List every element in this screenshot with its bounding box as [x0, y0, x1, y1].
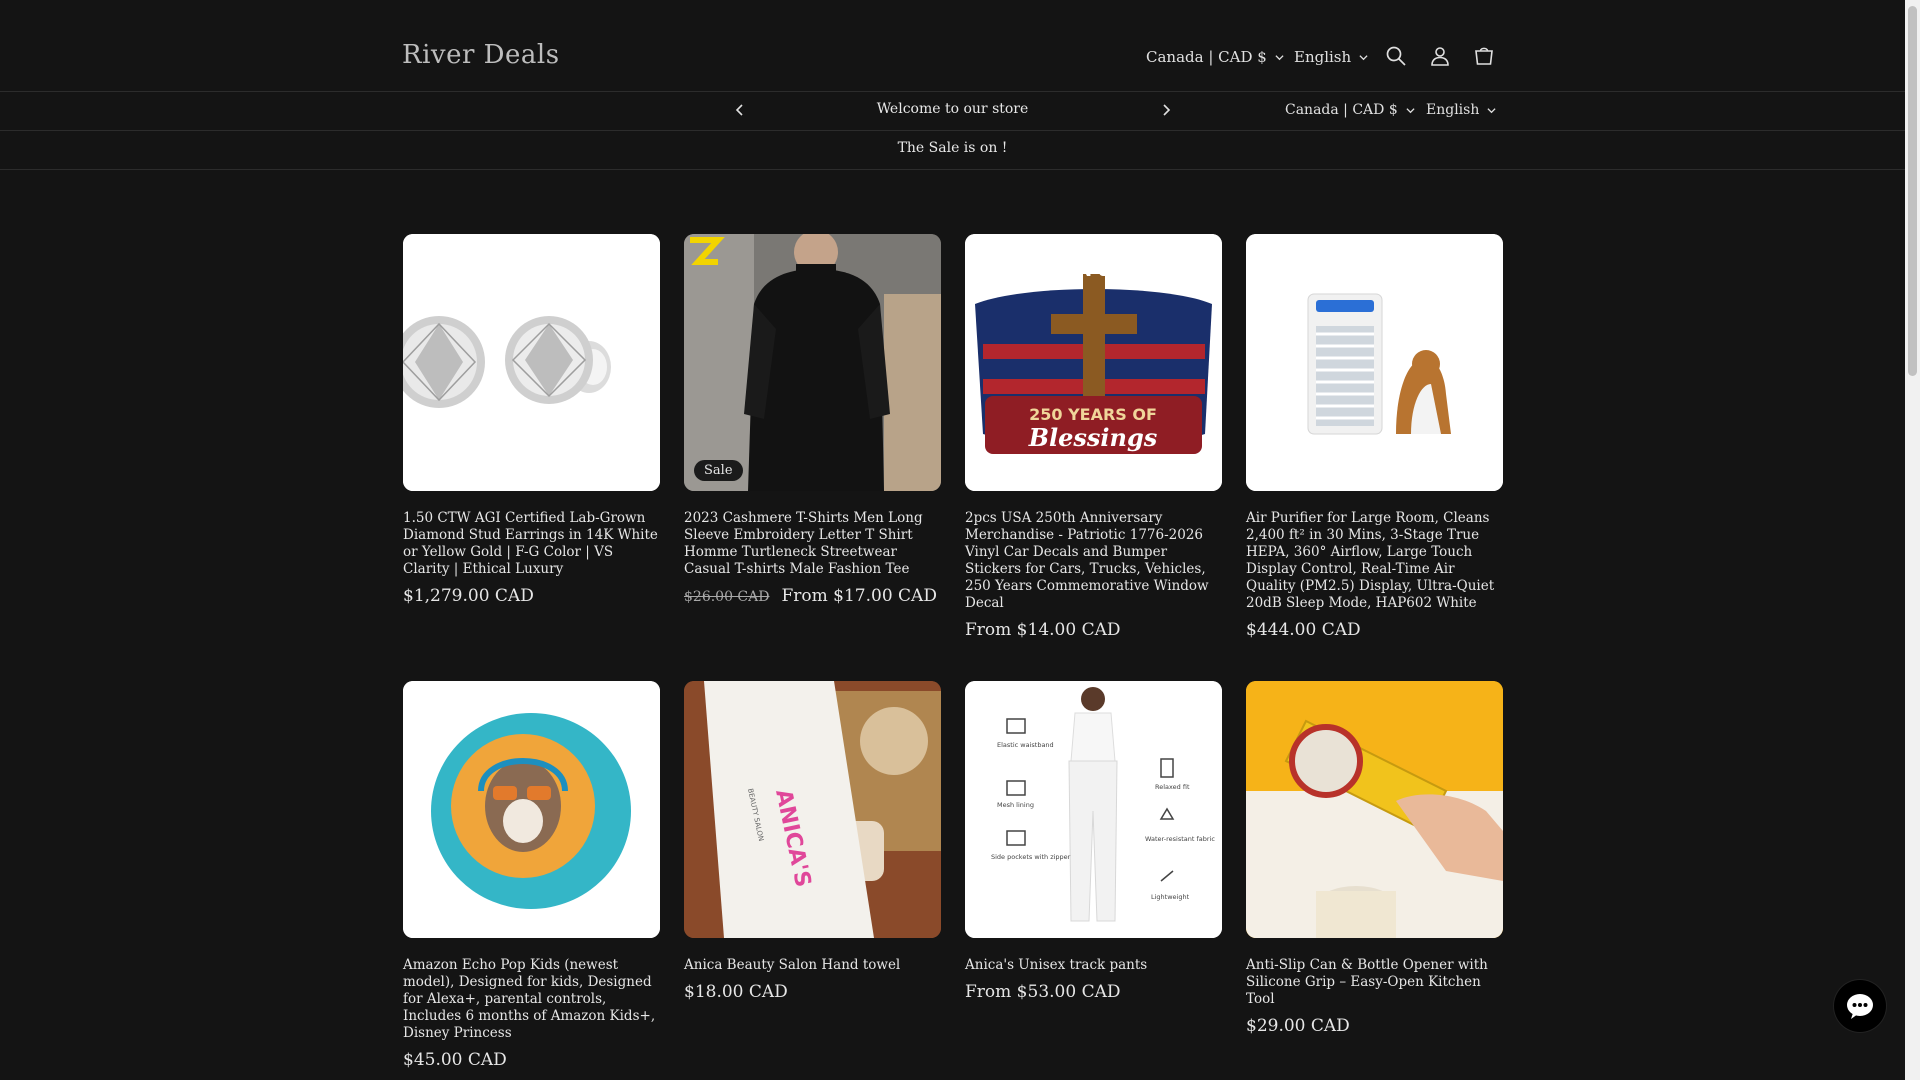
product-card[interactable]: Sale 2023 Cashmere T-Shirts Men Long Sle…	[684, 234, 941, 606]
product-card[interactable]: Elastic waistband Mesh lining Side pocke…	[965, 681, 1222, 1002]
sale-badge: Sale	[694, 460, 743, 481]
account-icon[interactable]	[1428, 44, 1452, 68]
store-logo[interactable]: River Deals	[402, 40, 560, 70]
product-price: $444.00 CAD	[1246, 620, 1361, 640]
site-header	[0, 0, 1905, 92]
product-title[interactable]: 1.50 CTW AGI Certified Lab-Grown Diamond…	[403, 510, 660, 578]
chevron-right-icon[interactable]	[1159, 103, 1173, 117]
product-price: $18.00 CAD	[684, 982, 788, 1002]
diamond-earrings-image	[403, 234, 660, 491]
product-card[interactable]: ANICA'S BEAUTY SALON Anica Beauty Salon …	[684, 681, 941, 1002]
product-price: From $53.00 CAD	[965, 982, 1121, 1002]
turtleneck-image	[684, 234, 941, 491]
product-image-decal[interactable]: ONE NATION UNDER GOD 250 YEARS OF Blessi…	[965, 234, 1222, 491]
country-selector[interactable]: Canada | CAD $	[1146, 48, 1284, 66]
announcement-country-label: Canada | CAD $	[1285, 102, 1398, 118]
svg-text:ONE NATION UNDER GOD: ONE NATION UNDER GOD	[980, 261, 1206, 280]
product-title[interactable]: 2pcs USA 250th Anniversary Merchandise -…	[965, 510, 1222, 612]
product-title[interactable]: Anica Beauty Salon Hand towel	[684, 957, 941, 974]
product-card[interactable]: Air Purifier for Large Room, Cleans 2,40…	[1246, 234, 1503, 640]
announcement-text: Welcome to our store	[876, 101, 1029, 117]
svg-text:Elastic waistband: Elastic waistband	[997, 741, 1054, 749]
bottle-opener-image	[1246, 681, 1503, 938]
product-image-turtleneck[interactable]: Sale	[684, 234, 941, 491]
svg-text:Lightweight: Lightweight	[1151, 893, 1190, 901]
product-price: From $14.00 CAD	[965, 620, 1121, 640]
scroll-thumb[interactable]	[1908, 6, 1917, 376]
product-image-echo-pop[interactable]	[403, 681, 660, 938]
towel-image: ANICA'S BEAUTY SALON	[684, 681, 941, 938]
svg-text:Water-resistant fabric: Water-resistant fabric	[1145, 835, 1215, 843]
product-card[interactable]: Anti-Slip Can & Bottle Opener with Silic…	[1246, 681, 1503, 1036]
chat-bubble-icon	[1847, 994, 1873, 1019]
svg-text:Blessings: Blessings	[1028, 423, 1158, 452]
language-selector[interactable]: English	[1294, 48, 1368, 66]
product-title[interactable]: Air Purifier for Large Room, Cleans 2,40…	[1246, 510, 1503, 612]
language-label: English	[1294, 48, 1352, 66]
country-label: Canada | CAD $	[1146, 48, 1267, 66]
product-title[interactable]: Amazon Echo Pop Kids (newest model), Des…	[403, 957, 660, 1042]
patriotic-decal-image: ONE NATION UNDER GOD 250 YEARS OF Blessi…	[965, 234, 1222, 491]
product-price: $45.00 CAD	[403, 1050, 507, 1070]
search-icon[interactable]	[1384, 44, 1408, 68]
page-scrollbar[interactable]	[1905, 0, 1920, 1080]
sale-text: The Sale is on !	[897, 140, 1008, 156]
announcement-language-selector[interactable]: English	[1426, 102, 1496, 118]
product-price: $26.00 CAD From $17.00 CAD	[684, 586, 937, 606]
svg-text:250 YEARS OF: 250 YEARS OF	[1029, 405, 1157, 424]
product-image-earrings[interactable]	[403, 234, 660, 491]
product-card[interactable]: ONE NATION UNDER GOD 250 YEARS OF Blessi…	[965, 234, 1222, 640]
product-image-air-purifier[interactable]	[1246, 234, 1503, 491]
product-card[interactable]: 1.50 CTW AGI Certified Lab-Grown Diamond…	[403, 234, 660, 606]
air-purifier-image	[1246, 234, 1503, 491]
track-pants-image: Elastic waistband Mesh lining Side pocke…	[965, 681, 1222, 938]
chevron-down-icon	[1275, 54, 1284, 60]
product-title[interactable]: Anica's Unisex track pants	[965, 957, 1222, 974]
svg-text:Mesh lining: Mesh lining	[997, 801, 1034, 809]
echo-pop-image	[403, 681, 660, 938]
chat-button[interactable]	[1834, 980, 1886, 1032]
product-image-towel[interactable]: ANICA'S BEAUTY SALON	[684, 681, 941, 938]
announcement-country-selector[interactable]: Canada | CAD $	[1285, 102, 1415, 118]
product-image-track-pants[interactable]: Elastic waistband Mesh lining Side pocke…	[965, 681, 1222, 938]
product-old-price: $26.00 CAD	[684, 589, 770, 605]
chevron-down-icon	[1406, 107, 1415, 113]
product-title[interactable]: Anti-Slip Can & Bottle Opener with Silic…	[1246, 957, 1503, 1008]
product-title[interactable]: 2023 Cashmere T-Shirts Men Long Sleeve E…	[684, 510, 941, 578]
announcement-language-label: English	[1426, 102, 1480, 118]
cart-icon[interactable]	[1472, 44, 1496, 68]
product-price: $1,279.00 CAD	[403, 586, 534, 606]
svg-text:Relaxed fit: Relaxed fit	[1155, 783, 1190, 791]
chevron-down-icon	[1359, 54, 1368, 60]
product-price: $29.00 CAD	[1246, 1016, 1350, 1036]
chevron-down-icon	[1487, 107, 1496, 113]
product-image-opener[interactable]	[1246, 681, 1503, 938]
svg-text:Side pockets with zipper: Side pockets with zipper	[991, 853, 1071, 861]
product-card[interactable]: Amazon Echo Pop Kids (newest model), Des…	[403, 681, 660, 1070]
